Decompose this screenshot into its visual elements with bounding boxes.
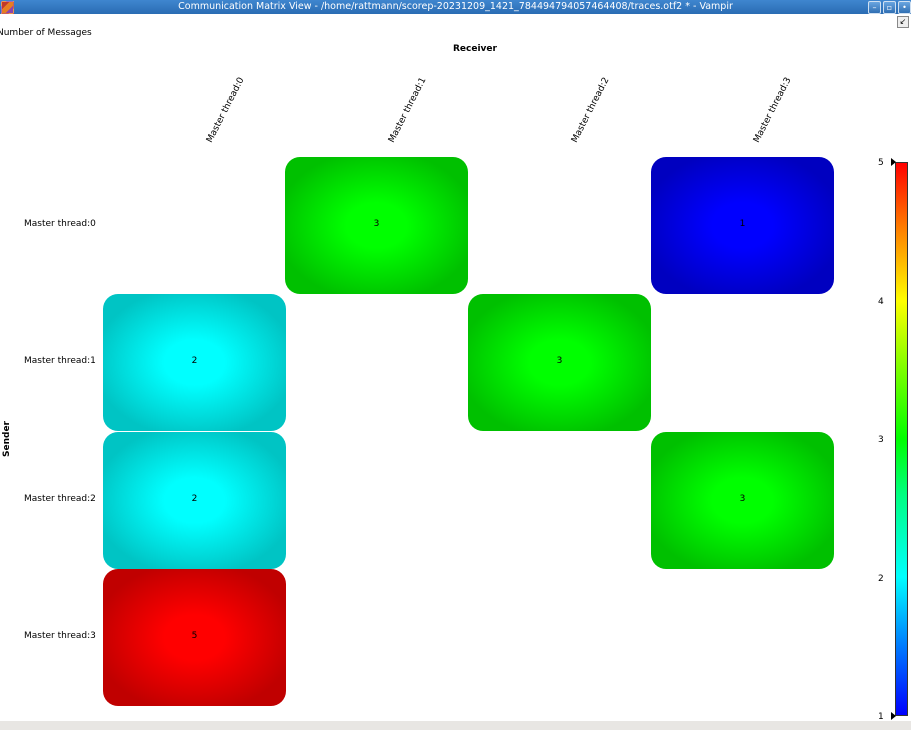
undock-icon[interactable]: ↙ xyxy=(897,16,909,28)
color-scale-bar xyxy=(895,162,908,716)
legend-max-marker-icon[interactable] xyxy=(891,158,896,166)
status-bar xyxy=(0,721,911,730)
maximize-icon[interactable]: ▫ xyxy=(883,1,896,14)
matrix-cell[interactable]: 5 xyxy=(103,569,286,706)
title-bar: Communication Matrix View - /home/rattma… xyxy=(0,0,911,14)
cell-value: 3 xyxy=(739,494,746,504)
row-label: Master thread:1 xyxy=(24,356,96,366)
legend-tick-3: 3 xyxy=(878,435,884,445)
column-label: Master thread:2 xyxy=(570,75,612,145)
minimize-icon[interactable]: – xyxy=(868,1,881,14)
cell-value: 1 xyxy=(739,219,746,229)
column-label: Master thread:1 xyxy=(387,75,429,145)
cell-value: 3 xyxy=(556,356,563,366)
window-title: Communication Matrix View - /home/rattma… xyxy=(178,1,733,12)
column-label: Master thread:0 xyxy=(205,75,247,145)
matrix-cell[interactable]: 2 xyxy=(103,432,286,569)
row-label: Master thread:2 xyxy=(24,494,96,504)
legend-tick-4: 4 xyxy=(878,297,884,307)
matrix-cell[interactable]: 2 xyxy=(103,294,286,431)
matrix-cell[interactable]: 3 xyxy=(285,157,468,294)
cell-value: 2 xyxy=(191,356,198,366)
receiver-axis-title: Receiver xyxy=(453,44,497,54)
metric-label: Number of Messages xyxy=(0,28,92,38)
matrix-cell[interactable]: 3 xyxy=(651,432,834,569)
legend-tick-max: 5 xyxy=(878,158,884,168)
cell-value: 3 xyxy=(373,219,380,229)
matrix-cell[interactable]: 1 xyxy=(651,157,834,294)
legend-tick-2: 2 xyxy=(878,574,884,584)
row-label: Master thread:0 xyxy=(24,219,96,229)
cell-value: 2 xyxy=(191,494,198,504)
sender-axis-title: Sender xyxy=(1,421,12,457)
column-label: Master thread:3 xyxy=(752,75,794,145)
close-icon[interactable]: • xyxy=(898,1,911,14)
matrix-cell[interactable]: 3 xyxy=(468,294,651,431)
view-toolbar xyxy=(0,14,911,28)
legend-min-marker-icon[interactable] xyxy=(891,712,896,720)
cell-value: 5 xyxy=(191,631,198,641)
row-label: Master thread:3 xyxy=(24,631,96,641)
